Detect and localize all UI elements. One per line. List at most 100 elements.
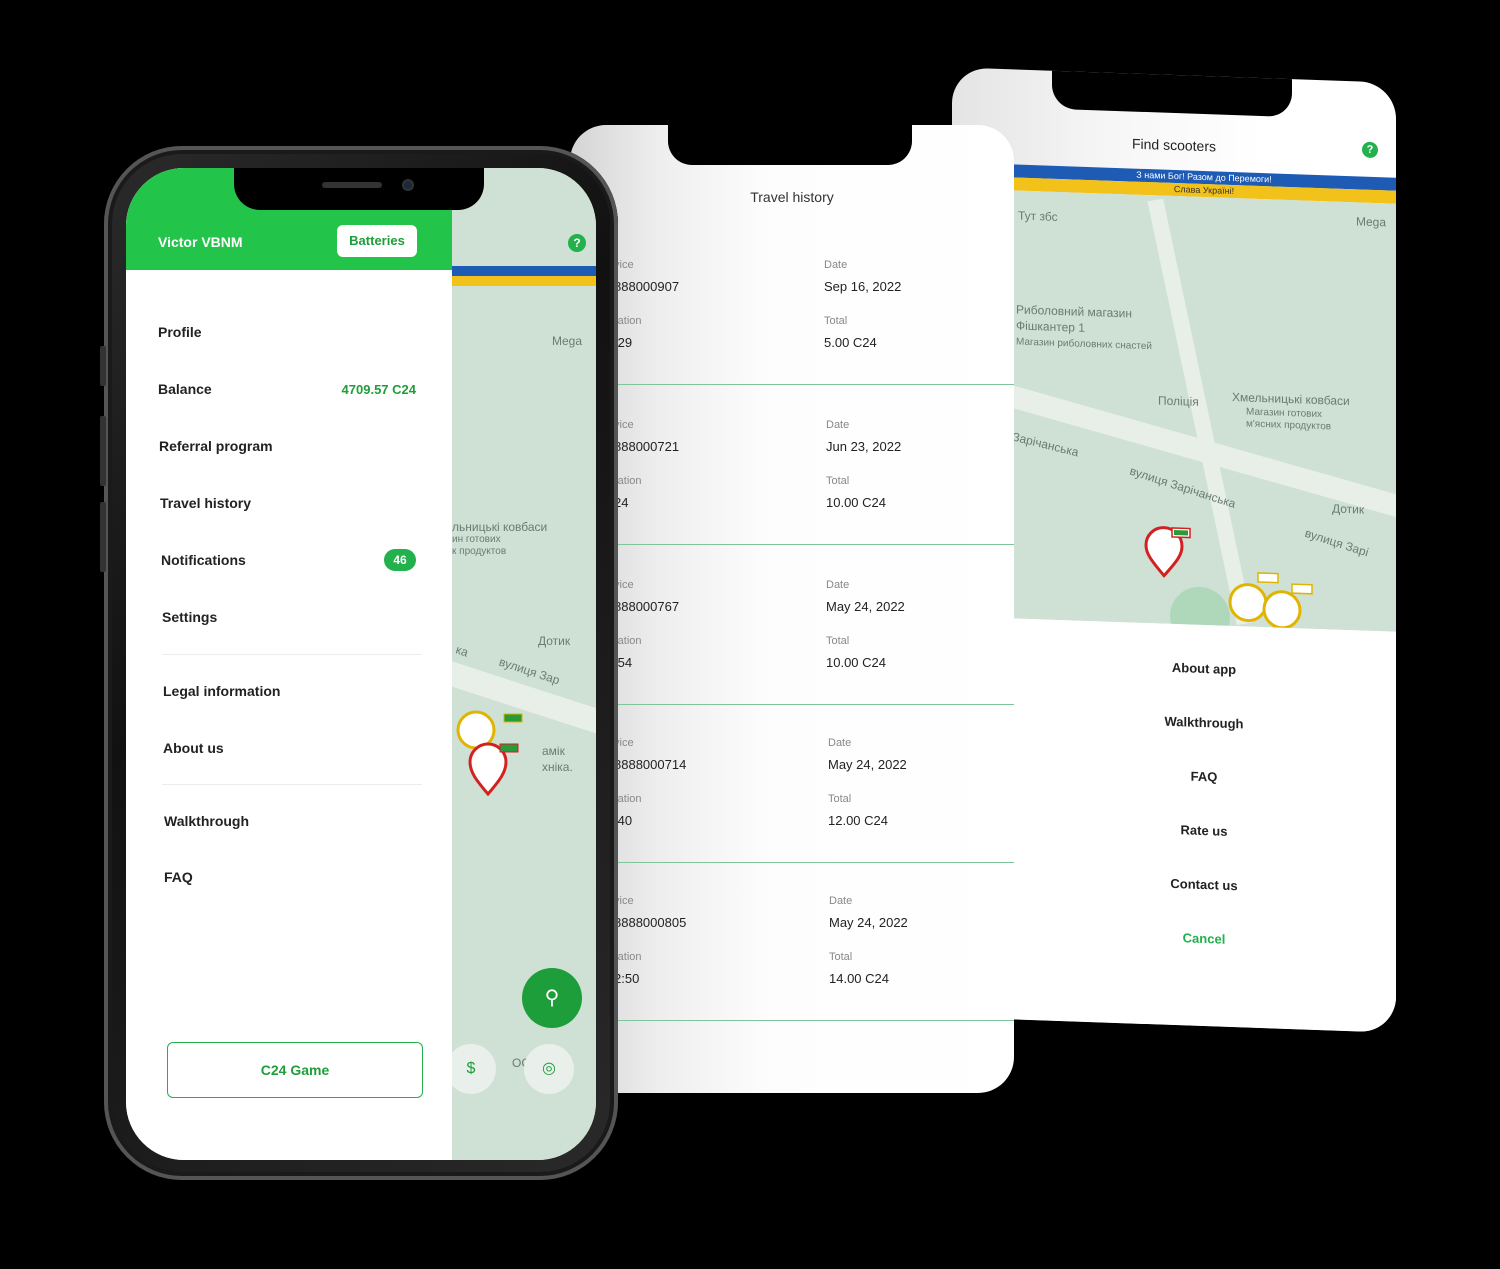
menu-item-walkthrough[interactable]: Walkthrough xyxy=(164,813,249,829)
map-label: к продуктов xyxy=(452,546,507,557)
trip-row[interactable]: vice 8888000805 Date May 24, 2022 ration… xyxy=(570,861,1014,1021)
duration-label: ration xyxy=(614,793,642,805)
travel-history-screen: Travel history vice 888000907 Date Sep 1… xyxy=(570,125,1014,1093)
scooter-map[interactable]: Тут збс Mega Риболовний магазин Фішканте… xyxy=(1012,190,1396,632)
map-label: амік xyxy=(542,744,565,758)
flag-banner-blue xyxy=(452,266,596,276)
map-view[interactable]: ? Mega льницькі ковбаси ин готових к про… xyxy=(433,168,596,1160)
date-label: Date xyxy=(826,579,850,591)
map-label: ин готових xyxy=(452,534,501,545)
total-value: 5.00 C24 xyxy=(824,335,877,350)
menu-item-settings[interactable]: Settings xyxy=(162,609,217,625)
device-value: 888000721 xyxy=(614,439,680,454)
total-label: Total xyxy=(824,315,848,327)
map-label: Риболовний магазин xyxy=(1016,302,1132,321)
help-icon[interactable]: ? xyxy=(1362,141,1378,159)
total-value: 10.00 C24 xyxy=(826,495,886,510)
screen-title: Find scooters xyxy=(1131,135,1217,155)
locate-me-icon[interactable]: ◎ xyxy=(524,1044,574,1094)
total-label: Total xyxy=(826,475,850,487)
device-value: 8888000805 xyxy=(614,915,687,930)
menu-item-referral[interactable]: Referral program xyxy=(159,438,273,454)
duration-label: ration xyxy=(614,951,642,963)
menu-divider xyxy=(162,784,422,785)
phone-notch xyxy=(234,168,484,210)
total-label: Total xyxy=(828,793,852,805)
phone-notch xyxy=(668,125,912,165)
map-label: Mega xyxy=(1356,214,1387,230)
menu-item-legal[interactable]: Legal information xyxy=(163,683,280,699)
map-label: Дотик xyxy=(1332,501,1365,517)
duration-label: ration xyxy=(614,315,642,327)
total-value: 12.00 C24 xyxy=(828,813,888,828)
balance-value: 4709.57 C24 xyxy=(341,382,416,397)
date-label: Date xyxy=(829,895,853,907)
find-scooters-screen: Find scooters ? З нами Бог! Разом до Пер… xyxy=(952,67,1396,1033)
trip-row[interactable]: vice 888000907 Date Sep 16, 2022 ration … xyxy=(570,225,1014,385)
more-options-sheet: About app Walkthrough FAQ Rate us Contac… xyxy=(1012,618,1396,1033)
date-label: Date xyxy=(828,737,852,749)
phone-notch xyxy=(1052,67,1292,118)
device-value: 888000767 xyxy=(614,599,680,614)
flag-banner-yellow xyxy=(452,276,596,286)
phone-frame: ? Mega льницькі ковбаси ин готових к про… xyxy=(100,146,618,1180)
date-value: May 24, 2022 xyxy=(829,915,908,930)
help-icon[interactable]: ? xyxy=(568,234,586,252)
scooter-cluster-icon[interactable] xyxy=(1226,568,1316,631)
total-value: 10.00 C24 xyxy=(826,655,886,670)
map-label: Зарічанська xyxy=(1012,429,1080,460)
date-value: Jun 23, 2022 xyxy=(826,439,902,454)
total-label: Total xyxy=(826,635,850,647)
search-button[interactable]: ⚲ xyxy=(522,968,582,1028)
trip-row[interactable]: vice 888000721 Date Jun 23, 2022 ration … xyxy=(570,385,1014,545)
side-button xyxy=(100,502,106,572)
payment-icon[interactable]: $ xyxy=(446,1044,496,1094)
camera xyxy=(402,179,414,191)
map-label: вулиця Зарі xyxy=(1303,525,1371,560)
menu-item-notifications[interactable]: Notifications xyxy=(161,552,246,568)
menu-item-balance[interactable]: Balance xyxy=(158,381,212,397)
scooter-marker-icon[interactable] xyxy=(1142,525,1192,581)
menu-item-profile[interactable]: Profile xyxy=(158,324,202,340)
date-label: Date xyxy=(824,259,848,271)
map-label: Mega xyxy=(552,334,583,348)
map-label: Поліція xyxy=(1158,393,1199,409)
sheet-item-walkthrough[interactable]: Walkthrough xyxy=(1012,708,1396,736)
navigation-drawer: Victor VBNM Batteries Profile Balance 47… xyxy=(126,168,452,1160)
scooter-cluster-icon[interactable] xyxy=(452,700,532,800)
map-label: Дотик xyxy=(538,634,571,648)
sheet-item-contact-us[interactable]: Contact us xyxy=(1012,870,1396,898)
trip-row[interactable]: vice 8888000714 Date May 24, 2022 ration… xyxy=(570,703,1014,863)
duration-label: ration xyxy=(614,635,642,647)
sheet-item-about-app[interactable]: About app xyxy=(1012,654,1396,682)
sheet-item-rate-us[interactable]: Rate us xyxy=(1012,816,1396,844)
user-name: Victor VBNM xyxy=(158,234,243,250)
trip-row[interactable]: vice 888000767 Date May 24, 2022 ration … xyxy=(570,545,1014,705)
menu-item-faq[interactable]: FAQ xyxy=(164,869,193,885)
total-value: 14.00 C24 xyxy=(829,971,889,986)
menu-item-about[interactable]: About us xyxy=(163,740,224,756)
date-value: Sep 16, 2022 xyxy=(824,279,902,294)
date-value: May 24, 2022 xyxy=(826,599,905,614)
side-button xyxy=(100,416,106,486)
speaker xyxy=(322,182,382,188)
map-label: хніка. xyxy=(542,760,573,774)
map-label: м'ясних продуктов xyxy=(1246,418,1332,433)
map-label: льницькі ковбаси xyxy=(452,520,548,534)
batteries-button[interactable]: Batteries xyxy=(337,225,417,257)
screen-title: Travel history xyxy=(750,189,834,205)
device-value: 888000907 xyxy=(614,279,680,294)
phone-screen: ? Mega льницькі ковбаси ин готових к про… xyxy=(126,168,596,1160)
notifications-badge: 46 xyxy=(384,549,416,571)
total-label: Total xyxy=(829,951,853,963)
map-label: Хмельницькі ковбаси xyxy=(1232,390,1350,409)
map-label: Тут збс xyxy=(1018,208,1058,224)
c24-game-button[interactable]: C24 Game xyxy=(167,1042,423,1098)
device-value: 8888000714 xyxy=(614,757,687,772)
menu-item-travel-history[interactable]: Travel history xyxy=(160,495,251,511)
sheet-item-faq[interactable]: FAQ xyxy=(1012,762,1396,790)
map-label: Фішкантер 1 xyxy=(1016,318,1085,335)
menu-divider xyxy=(162,654,422,655)
cancel-button[interactable]: Cancel xyxy=(1012,924,1396,952)
map-label: Магазин риболовних снастей xyxy=(1016,336,1152,353)
